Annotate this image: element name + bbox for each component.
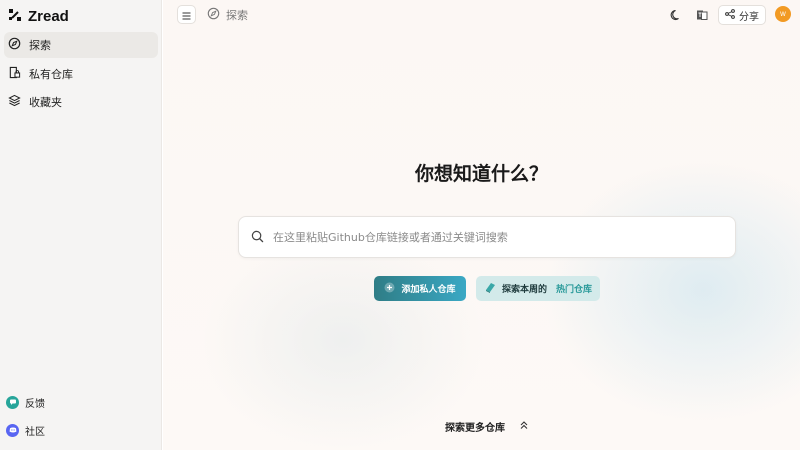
plus-circle-icon <box>384 282 395 296</box>
page-title: 你想知道什么？ <box>414 163 548 185</box>
layers-icon <box>8 94 21 110</box>
chevron-double-up-icon <box>519 420 529 433</box>
sidebar-item-label: 探索 <box>29 39 51 52</box>
logo-text: Zread <box>28 7 69 25</box>
explore-more-label: 探索更多仓库 <box>445 422 505 434</box>
add-private-repo-label: 添加私人仓库 <box>401 285 456 295</box>
hamburger-icon <box>182 5 191 24</box>
menu-toggle-button[interactable] <box>177 5 196 24</box>
sidebar-item-explore[interactable]: 探索 <box>4 32 158 58</box>
logo[interactable]: Zread <box>8 7 69 25</box>
hot-repo-label: 热门仓库 <box>556 285 593 295</box>
community-label: 社区 <box>25 426 45 438</box>
feedback-label: 反馈 <box>25 398 45 410</box>
explore-week-label: 探索本周的 <box>501 285 547 295</box>
search-box[interactable] <box>238 216 736 258</box>
community-link[interactable]: 社区 <box>6 421 45 439</box>
background-glow-secondary <box>203 230 483 450</box>
add-private-repo-button[interactable]: 添加私人仓库 <box>374 276 466 301</box>
search-icon <box>251 228 264 247</box>
feedback-icon <box>6 395 19 409</box>
discord-icon <box>6 423 19 437</box>
share-button[interactable]: 分享 <box>718 5 766 25</box>
compass-icon <box>8 37 21 53</box>
sidebar-item-label: 收藏夹 <box>29 96 62 109</box>
moon-icon <box>670 6 682 25</box>
compass-icon <box>207 7 220 23</box>
main-area: 探索 分享 W 你想知道什么？ 添加私人仓库 探索本周的热门仓库 <box>163 0 800 450</box>
breadcrumb-label: 探索 <box>226 8 248 22</box>
zread-logo-icon <box>8 7 22 26</box>
share-label: 分享 <box>739 11 759 23</box>
explore-hot-repos-button[interactable]: 探索本周的 热门仓库 <box>476 276 600 301</box>
repo-lock-icon <box>8 66 21 82</box>
book-icon <box>484 281 497 297</box>
search-input[interactable] <box>273 230 735 244</box>
explore-more-link[interactable]: 探索更多仓库 <box>445 418 529 434</box>
share-icon <box>725 8 735 22</box>
translate-icon <box>696 6 708 25</box>
sidebar-item-favorites[interactable]: 收藏夹 <box>4 89 158 115</box>
sidebar: Zread 探索 私有仓库 收藏夹 反馈 社区 <box>0 0 162 450</box>
sidebar-item-private-repos[interactable]: 私有仓库 <box>4 61 158 87</box>
feedback-link[interactable]: 反馈 <box>6 393 45 411</box>
breadcrumb: 探索 <box>207 6 248 23</box>
theme-toggle-button[interactable] <box>667 6 685 24</box>
avatar[interactable]: W <box>775 6 791 22</box>
language-button[interactable] <box>693 6 711 24</box>
sidebar-item-label: 私有仓库 <box>29 68 73 81</box>
